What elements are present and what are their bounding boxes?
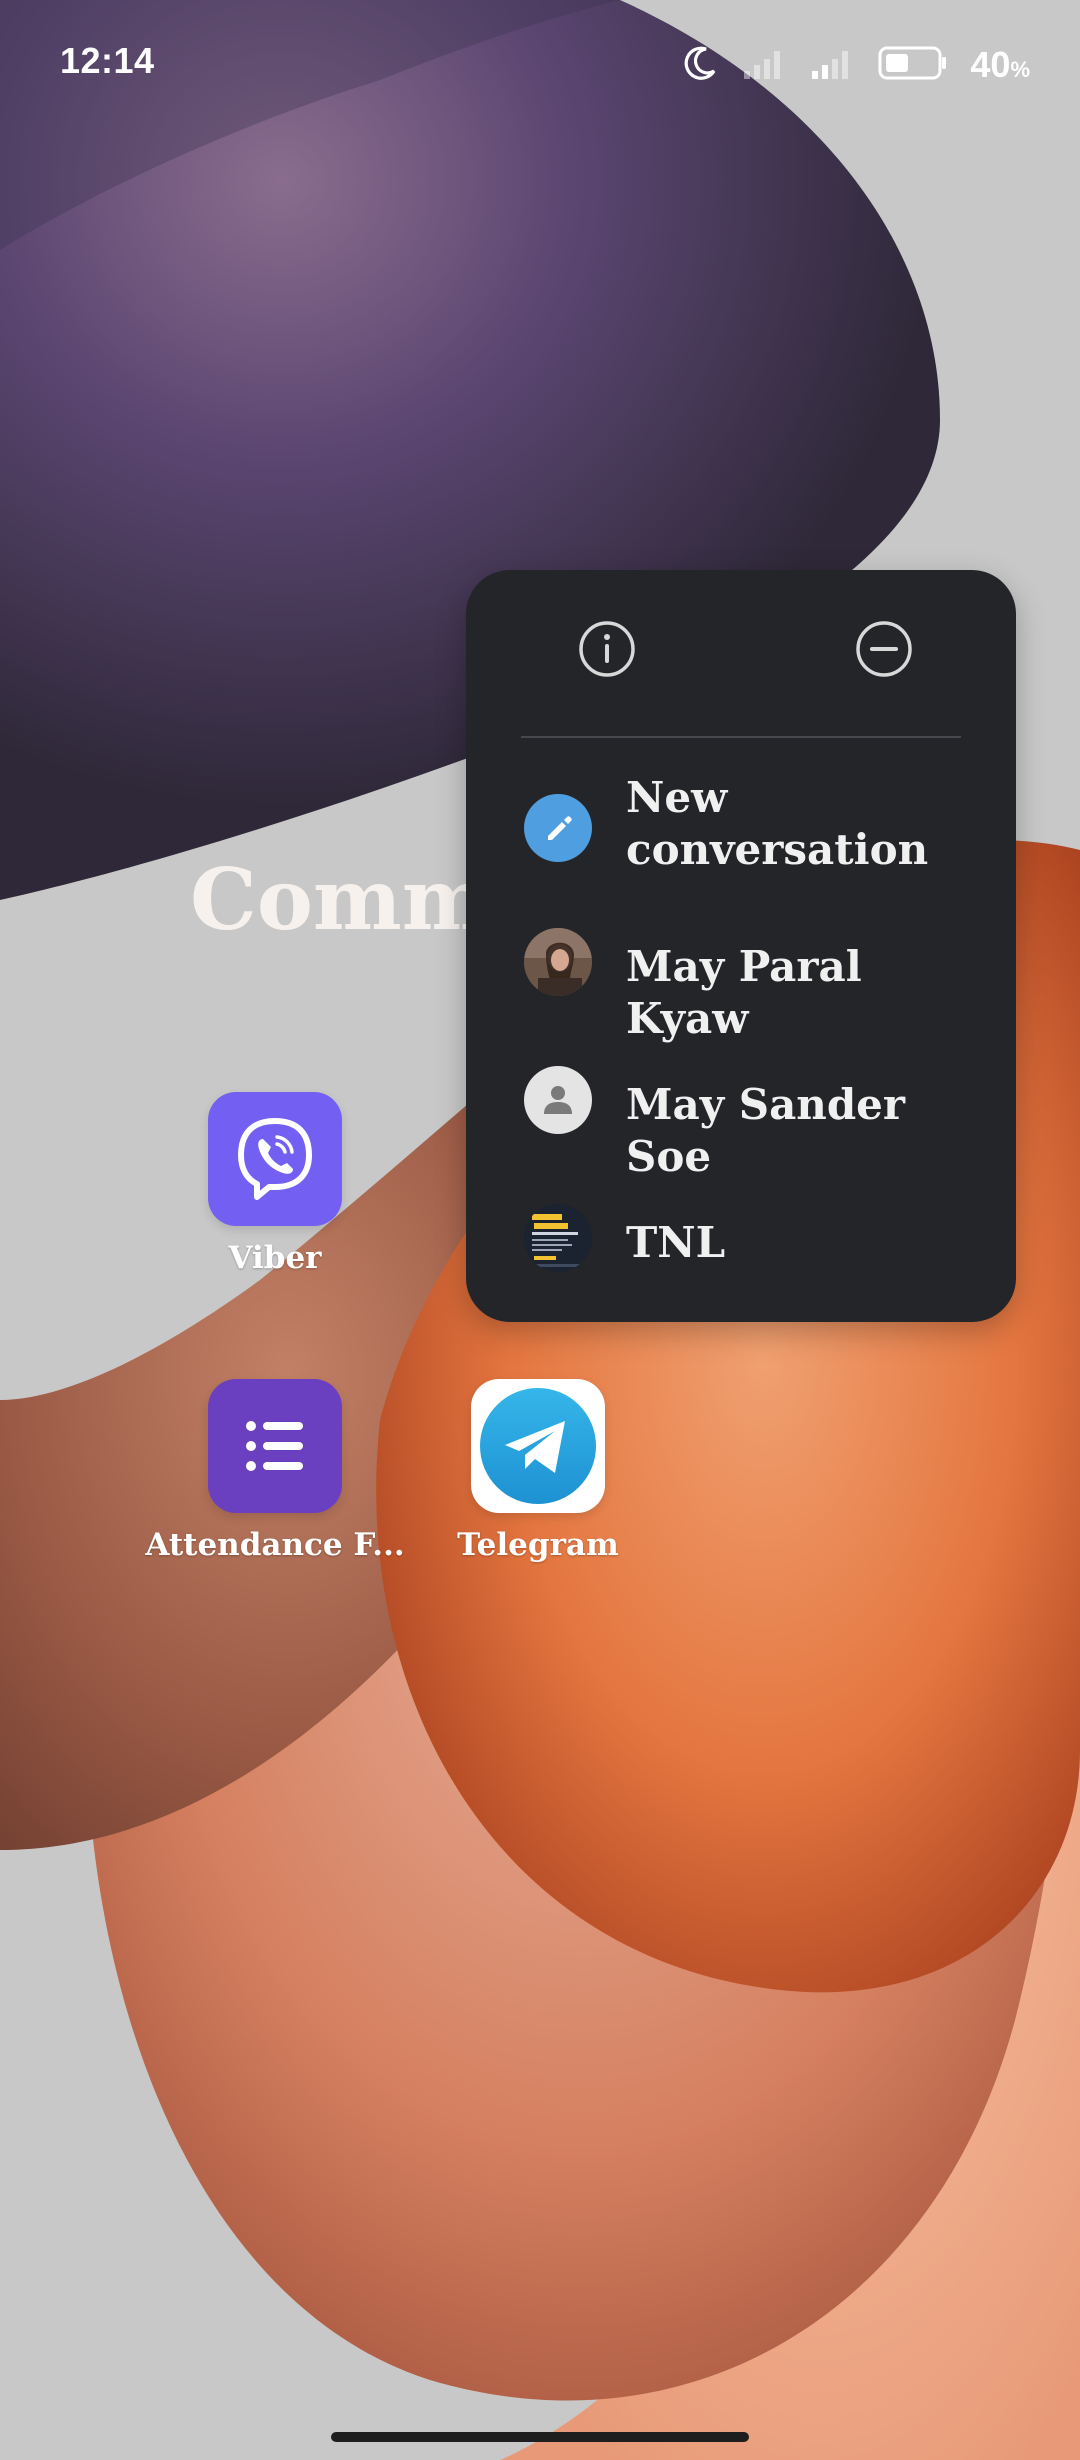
status-bar: 12:14 40% (0, 0, 1080, 130)
folder-title: Comm (190, 850, 480, 949)
battery-unit: % (1010, 57, 1030, 82)
list-icon[interactable] (208, 1379, 342, 1513)
signal-icon (810, 45, 856, 85)
shortcut-label: May Sander Soe (626, 1080, 906, 1181)
shortcut-label: New conversation (626, 773, 929, 874)
shortcut-may-paral-kyaw[interactable]: May Paral Kyaw (466, 902, 1016, 1043)
avatar-photo (524, 928, 592, 996)
battery-icon (878, 45, 948, 85)
avatar-thumbnail (524, 1204, 592, 1272)
telegram-icon[interactable] (471, 1379, 605, 1513)
moon-icon (680, 43, 720, 87)
shortcut-label: TNL (626, 1218, 726, 1267)
battery-percent-value: 40 (970, 44, 1011, 85)
app-label: Viber (228, 1240, 322, 1276)
app-attendance[interactable]: Attendance F... (140, 1379, 410, 1563)
app-label: Attendance F... (145, 1527, 405, 1563)
app-telegram[interactable]: Telegram (403, 1379, 673, 1563)
app-label: Telegram (457, 1527, 619, 1563)
shortcut-new-conversation[interactable]: New conversation (466, 752, 1016, 902)
person-icon (524, 1066, 592, 1134)
app-viber[interactable]: Viber (140, 1092, 410, 1276)
status-icons: 40% (680, 40, 1030, 90)
battery-percent: 40% (970, 44, 1030, 86)
shortcut-context-menu: New conversation May Paral Kyaw May Sand… (466, 570, 1016, 1322)
info-icon[interactable] (575, 617, 639, 681)
status-time: 12:14 (60, 40, 155, 81)
viber-icon[interactable] (208, 1092, 342, 1226)
menu-actions (466, 570, 1016, 735)
menu-divider (521, 736, 961, 738)
pencil-icon (524, 794, 592, 862)
home-indicator[interactable] (331, 2432, 749, 2442)
shortcut-may-sander-soe[interactable]: May Sander Soe (466, 1040, 1016, 1181)
signal-icon (742, 45, 788, 85)
shortcut-label: May Paral Kyaw (626, 942, 862, 1043)
remove-icon[interactable] (852, 617, 916, 681)
shortcut-tnl[interactable]: TNL (466, 1178, 1016, 1308)
